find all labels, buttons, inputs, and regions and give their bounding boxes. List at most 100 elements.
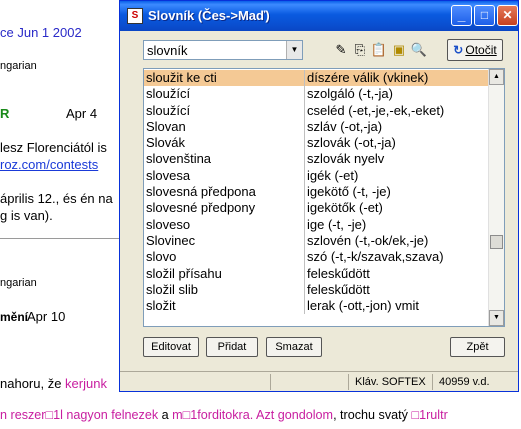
vertical-scrollbar[interactable]: ▲ ▼ — [488, 69, 504, 326]
bg-post-text-3: g is van). — [0, 208, 53, 223]
czech-term: slovo — [146, 249, 177, 265]
status-count: 40959 v.d. — [432, 374, 502, 390]
bg-date-text: ce Jun 1 2002 — [0, 25, 82, 40]
bg-language-text-2: ngarian — [0, 277, 37, 289]
list-row[interactable]: sloužit ke cti díszére válik (vkinek) — [144, 70, 488, 87]
list-row[interactable]: slovenština szlovák nyelv — [144, 151, 488, 168]
czech-term: slovesné předpony — [146, 200, 256, 216]
minimize-button[interactable]: _ — [451, 5, 472, 26]
czech-term: složit — [146, 298, 176, 314]
hungarian-term: szolgáló (-t,-ja) — [307, 86, 393, 102]
list-row[interactable]: sloveso ige (-t, -je) — [144, 216, 488, 233]
maximize-button[interactable]: □ — [474, 5, 495, 26]
close-button[interactable]: ✕ — [497, 5, 518, 26]
bg-language-text: ngarian — [0, 60, 37, 72]
otocit-button[interactable]: ↻ Otočit — [447, 39, 503, 61]
title-bar[interactable]: S Slovník (Čes->Maď) _ □ ✕ — [120, 1, 518, 31]
folder-icon[interactable]: ▣ — [390, 41, 408, 59]
list-row[interactable]: slovesa igék (-et) — [144, 167, 488, 185]
dictionary-app-icon: S — [127, 8, 143, 24]
czech-term: sloužící — [146, 102, 191, 118]
hungarian-term: szláv (-ot,-ja) — [307, 118, 383, 134]
column-separator — [304, 265, 305, 282]
copy-icon[interactable]: ⎘ — [351, 41, 369, 59]
scroll-up-button[interactable]: ▲ — [489, 69, 504, 85]
column-separator — [304, 281, 305, 299]
edit-button[interactable]: Editovat — [143, 337, 199, 357]
list-row[interactable]: složil slib feleskűdött — [144, 281, 488, 299]
scroll-thumb[interactable] — [490, 235, 503, 249]
window-title: Slovník (Čes->Maď) — [148, 8, 270, 23]
eraser-icon[interactable]: ✎ — [332, 41, 350, 59]
column-separator — [304, 118, 305, 136]
list-row[interactable]: sloužící cseléd (-et,-je,-ek,-eket) — [144, 102, 488, 119]
hungarian-term: igék (-et) — [307, 167, 359, 183]
hungarian-term: szlovák nyelv — [307, 151, 385, 167]
column-separator — [304, 135, 305, 152]
czech-term: sloveso — [146, 216, 191, 232]
bg-divider — [0, 238, 125, 239]
bg-contest-link[interactable]: roz.com/contests — [0, 157, 98, 172]
column-separator — [304, 232, 305, 250]
bg-post-text-4: nahoru, že kerjunk — [0, 376, 107, 391]
bg-post-date-2: Apr 10 — [27, 309, 66, 324]
czech-term: slovesa — [146, 167, 191, 183]
list-row[interactable]: slovesné předpony igekötők (-et) — [144, 200, 488, 217]
status-blank — [270, 374, 348, 390]
dictionary-window: S Slovník (Čes->Maď) _ □ ✕ slovník ▼ ✎ ⎘… — [119, 0, 519, 392]
czech-term: Slovan — [146, 118, 186, 134]
hungarian-term: lerak (-ott,-jon) vmit — [307, 298, 419, 314]
column-separator — [304, 151, 305, 168]
list-row[interactable]: sloužící szolgáló (-t,-ja) — [144, 86, 488, 103]
paste-icon[interactable]: 📋 — [370, 41, 388, 59]
list-row[interactable]: Slovan szláv (-ot,-ja) — [144, 118, 488, 136]
czech-term: sloužící — [146, 86, 191, 102]
czech-term: složil přísahu — [146, 265, 222, 281]
czech-term: slovenština — [146, 151, 212, 167]
hungarian-term: díszére válik (vkinek) — [305, 70, 488, 86]
bg-user-initial: R — [0, 106, 10, 121]
hungarian-term: igekötő (-t, -je) — [307, 184, 391, 200]
delete-button[interactable]: Smazat — [266, 337, 322, 357]
bg-user-name: mění — [0, 310, 29, 324]
hungarian-term: cseléd (-et,-je,-ek,-eket) — [307, 102, 445, 118]
list-row[interactable]: Slovinec szlovén (-t,-ok/ek,-je) — [144, 232, 488, 250]
column-separator — [304, 184, 305, 201]
bg-post-text-5: n reszer□1l nagyon felnezek a m□1fordito… — [0, 408, 448, 422]
chevron-down-icon[interactable]: ▼ — [286, 41, 302, 59]
add-button[interactable]: Přidat — [206, 337, 258, 357]
list-row[interactable]: slovo szó (-t,-k/szavak,szava) — [144, 249, 488, 266]
status-source: Kláv. SOFTEX — [348, 374, 432, 390]
list-row[interactable]: složil přísahu feleskűdött — [144, 265, 488, 282]
swap-icon: ↻ — [453, 43, 464, 57]
bg-post-text-2: április 12., és én na — [0, 191, 113, 206]
czech-term: složil slib — [146, 281, 199, 297]
scroll-down-button[interactable]: ▼ — [489, 310, 504, 326]
search-input[interactable]: slovník — [147, 43, 187, 58]
czech-term: sloužit ke cti — [144, 70, 304, 86]
list-row[interactable]: složit lerak (-ott,-jon) vmit — [144, 298, 488, 315]
list-row[interactable]: Slovák szlovák (-ot,-ja) — [144, 135, 488, 152]
column-separator — [304, 216, 305, 233]
column-separator — [304, 167, 305, 185]
list-row[interactable]: slovesná předpona igekötő (-t, -je) — [144, 184, 488, 201]
column-separator — [304, 200, 305, 217]
find-icon[interactable]: 🔍 — [410, 41, 428, 59]
dictionary-list[interactable]: sloužit ke cti díszére válik (vkinek) slou… — [143, 68, 505, 327]
hungarian-term: szlovén (-t,-ok/ek,-je) — [307, 232, 429, 248]
czech-term: Slovák — [146, 135, 186, 151]
column-separator — [304, 249, 305, 266]
hungarian-term: feleskűdött — [307, 265, 370, 281]
status-bar: Kláv. SOFTEX 40959 v.d. — [120, 371, 518, 392]
column-separator — [304, 298, 305, 315]
hungarian-term: ige (-t, -je) — [307, 216, 367, 232]
dictionary-rows: sloužit ke cti díszére válik (vkinek) slou… — [144, 70, 488, 315]
czech-term: Slovinec — [146, 232, 196, 248]
back-button[interactable]: Zpět — [450, 337, 505, 357]
hungarian-term: igekötők (-et) — [307, 200, 383, 216]
bg-post-date: Apr 4 — [66, 106, 98, 121]
czech-term: slovesná předpona — [146, 184, 256, 200]
hungarian-term: szó (-t,-k/szavak,szava) — [307, 249, 444, 265]
search-combobox[interactable]: slovník ▼ — [143, 40, 303, 60]
hungarian-term: szlovák (-ot,-ja) — [307, 135, 396, 151]
